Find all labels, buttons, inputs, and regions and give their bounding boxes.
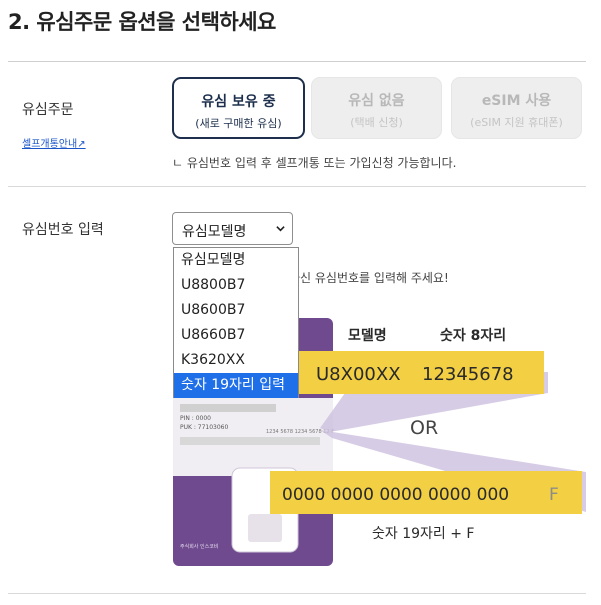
suffix-f-text: F xyxy=(549,485,559,505)
usim-number-guide-illustration: PIN : 0000 PUK : 77103060 1234 5678 1234… xyxy=(173,318,586,566)
model-digits-text: 12345678 xyxy=(422,364,514,385)
bottom-divider xyxy=(8,593,586,594)
card-pin-text: PIN : 0000 xyxy=(180,415,211,422)
usim-model-dropdown[interactable]: 유심모델명 U8800B7 U8600B7 U8660B7 K3620XX 숫자… xyxy=(173,247,299,398)
dropdown-option[interactable]: 유심모델명 xyxy=(174,248,298,273)
barcode-icon xyxy=(180,404,276,412)
sim-contact-icon xyxy=(248,514,282,542)
card-company-text: 주식회사 인스코비 xyxy=(180,543,218,550)
dropdown-option[interactable]: K3620XX xyxy=(174,348,298,373)
card-barcode-icon xyxy=(180,437,320,445)
model-header: 모델명 xyxy=(348,327,387,344)
long-number-text: 0000 0000 0000 0000 000 xyxy=(282,485,509,505)
model-code-text: U8X00XX xyxy=(316,364,401,385)
digits8-header: 숫자 8자리 xyxy=(440,328,506,344)
dropdown-option[interactable]: U8600B7 xyxy=(174,298,298,323)
caption-text: 숫자 19자리 + F xyxy=(372,526,474,542)
dropdown-option[interactable]: U8800B7 xyxy=(174,273,298,298)
card-puk-text: PUK : 77103060 xyxy=(180,424,229,431)
or-text: OR xyxy=(410,417,438,439)
dropdown-option[interactable]: U8660B7 xyxy=(174,323,298,348)
dropdown-option-selected[interactable]: 숫자 19자리 입력 xyxy=(174,373,298,398)
